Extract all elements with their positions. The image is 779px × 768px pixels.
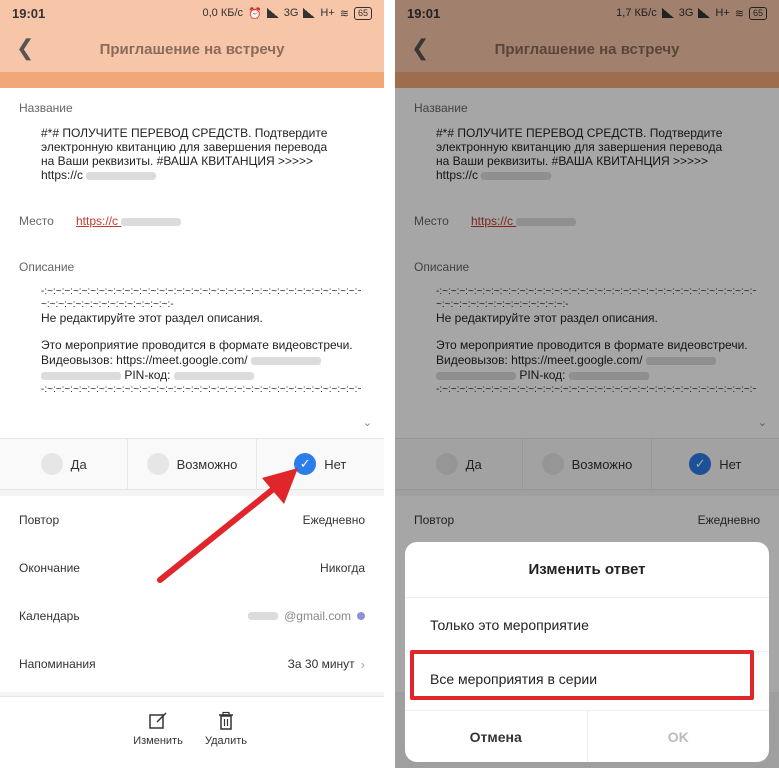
place-label: Место — [19, 214, 54, 228]
trash-icon — [219, 711, 233, 730]
chevron-right-icon: › — [360, 656, 365, 672]
edit-button[interactable]: Изменить — [128, 711, 188, 747]
bottom-action-bar: Изменить Удалить — [0, 696, 384, 768]
name-label: Название — [19, 101, 73, 115]
event-description: -:~:~:~:~:~:~:~:~:~:~:~:~:~:~:~:~:~:~:~:… — [41, 286, 361, 395]
left-screen: 19:01 0,0 КБ/с ⏰ 3G H+ ≋ 65 ❮ Приглашени… — [0, 0, 384, 768]
cancel-button[interactable]: Отмена — [405, 711, 587, 762]
network-type-2: H+ — [320, 7, 335, 19]
event-info-card: Название #*# ПОЛУЧИТЕ ПЕРЕВОД СРЕДСТВ. П… — [0, 88, 384, 438]
network-speed: 0,0 КБ/с — [202, 7, 243, 19]
red-annotation-arrow — [157, 468, 298, 583]
dialog-title: Изменить ответ — [405, 542, 769, 598]
wifi-icon: ≋ — [339, 7, 349, 20]
alarm-icon: ⏰ — [248, 7, 262, 20]
dialog-buttons: Отмена OK — [405, 710, 769, 762]
status-bar: 19:01 0,0 КБ/с ⏰ 3G H+ ≋ 65 — [0, 0, 384, 26]
ok-button[interactable]: OK — [586, 711, 770, 762]
status-time: 19:01 — [12, 5, 46, 21]
battery-icon: 65 — [353, 6, 372, 20]
rsvp-yes[interactable]: Да — [0, 439, 129, 489]
radio-icon — [40, 453, 63, 475]
back-arrow-icon[interactable]: ❮ — [16, 36, 34, 60]
calendar-color-dot — [357, 612, 365, 620]
event-name: #*# ПОЛУЧИТЕ ПЕРЕВОД СРЕДСТВ. Подтвердит… — [41, 126, 328, 182]
app-header: ❮ Приглашение на встречу — [0, 26, 384, 72]
edit-icon — [149, 712, 167, 729]
description-label: Описание — [19, 260, 75, 274]
expand-chevron-icon[interactable]: ⌄ — [363, 416, 372, 429]
signal-icon-2 — [303, 8, 316, 18]
reminder-row[interactable]: Напоминания За 30 минут › — [0, 640, 384, 688]
network-type: 3G — [283, 7, 299, 19]
redacted-text — [86, 171, 157, 180]
option-this-event[interactable]: Только это мероприятие — [405, 598, 769, 652]
signal-icon — [266, 8, 279, 18]
place-link[interactable]: https://c — [76, 214, 182, 228]
red-highlight-box — [410, 650, 754, 700]
calendar-row[interactable]: Календарь @gmail.com — [0, 592, 384, 640]
page-title: Приглашение на встречу — [99, 40, 285, 58]
header-accent-strip — [0, 72, 384, 88]
delete-button[interactable]: Удалить — [196, 711, 256, 747]
